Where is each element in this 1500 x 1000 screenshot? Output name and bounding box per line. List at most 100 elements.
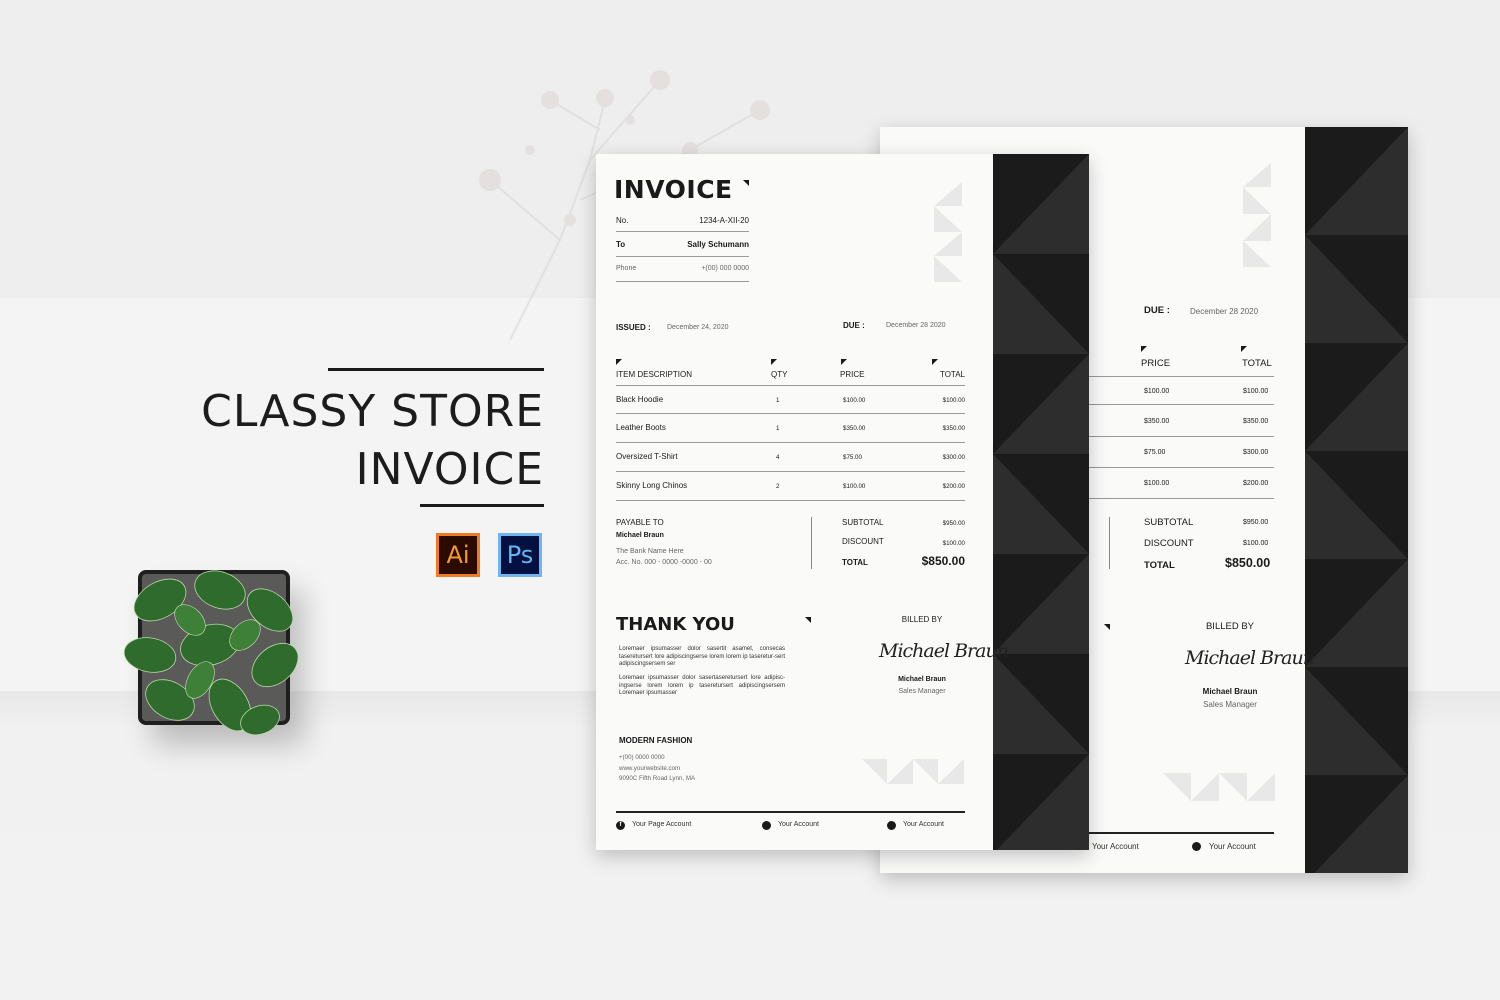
total-label: TOTAL	[1144, 560, 1175, 571]
item-price: $100.00	[843, 397, 866, 404]
promo-title-line2: INVOICE	[355, 444, 544, 495]
pattern-triangle	[993, 554, 1089, 654]
social-account-icon[interactable]	[887, 821, 896, 830]
item-total: $300.00	[1243, 449, 1269, 456]
column-header-total: TOTAL	[939, 370, 965, 379]
title-rule-top	[328, 368, 544, 371]
item-total: $300.00	[942, 454, 965, 461]
due-date: December 28 2020	[886, 322, 946, 329]
triangle-decoration	[934, 182, 962, 282]
table-rule	[616, 500, 965, 501]
pattern-triangle	[1305, 559, 1408, 667]
item-qty: 1	[776, 425, 780, 432]
billed-by-label: BILLED BY	[1205, 621, 1255, 632]
item-price: $75.00	[1144, 449, 1166, 456]
item-price: $100.00	[843, 483, 866, 490]
footer-rule	[616, 811, 965, 813]
biller-name: Michael Braun	[898, 676, 946, 683]
issued-label: ISSUED :	[616, 323, 651, 332]
item-qty: 1	[776, 397, 780, 404]
biller-name: Michael Braun	[1202, 687, 1258, 696]
invoice-title: INVOICE	[614, 175, 733, 204]
column-header-price: PRICE	[1141, 358, 1171, 369]
thank-you-text: Loremaer ipsumasser dolor sasertit asame…	[619, 646, 785, 667]
pattern-triangle	[996, 754, 1089, 850]
subtotal-label: SUBTOTAL	[842, 518, 884, 527]
item-total: $200.00	[942, 483, 965, 490]
illustrator-icon: Ai	[436, 533, 480, 577]
pattern-triangle	[993, 654, 1089, 754]
corner-marker	[1104, 624, 1110, 630]
total-value: $850.00	[1225, 556, 1271, 570]
payable-to-label: PAYABLE TO	[616, 518, 664, 527]
header-rule	[616, 231, 749, 232]
social-link[interactable]: Your Account	[1209, 842, 1256, 851]
item-description: Leather Boots	[616, 423, 666, 432]
signature: Michael Braun	[1185, 647, 1315, 669]
facebook-icon[interactable]: f	[616, 821, 625, 830]
biller-role: Sales Manager	[898, 688, 946, 695]
table-rule	[616, 385, 965, 386]
social-link[interactable]: Your Account	[1092, 842, 1139, 851]
signature: Michael Braun	[879, 640, 1009, 662]
social-account-icon[interactable]	[1192, 842, 1201, 851]
phone-value: +(00) 000 0000	[701, 265, 749, 272]
pattern-triangle	[993, 254, 1089, 354]
item-total: $350.00	[1243, 418, 1269, 425]
company-website[interactable]: www.yourwebsite.com	[619, 765, 680, 772]
instagram-icon[interactable]	[762, 821, 771, 830]
item-price: $100.00	[1144, 480, 1170, 487]
social-link-instagram[interactable]: Your Account	[778, 821, 819, 828]
triangle-pattern	[1305, 127, 1408, 873]
title-rule-bottom	[420, 504, 544, 507]
subtotal-value: $950.00	[942, 520, 965, 527]
table-rule	[616, 471, 965, 472]
column-header-price: PRICE	[840, 370, 865, 379]
invoice-number-label: No.	[616, 216, 629, 225]
item-total: $200.00	[1243, 480, 1269, 487]
social-link-account[interactable]: Your Account	[903, 821, 944, 828]
account-number: Acc. No. 000 - 0000 -0000 - 00	[616, 559, 712, 566]
corner-marker	[841, 359, 847, 365]
triangle-decoration	[1243, 163, 1271, 267]
item-description: Skinny Long Chinos	[616, 481, 688, 490]
pattern-triangle	[1305, 127, 1408, 235]
table-rule	[616, 413, 965, 414]
item-total: $100.00	[1243, 388, 1269, 395]
corner-marker	[1141, 346, 1147, 352]
biller-role: Sales Manager	[1203, 700, 1257, 709]
thank-you-text: Loremaer ipsumasser dolor sasertaseretur…	[619, 675, 785, 696]
photoshop-icon: Ps	[498, 533, 542, 577]
pattern-triangle	[1305, 235, 1408, 343]
pattern-triangle	[1305, 667, 1408, 775]
discount-value: $100.00	[942, 540, 965, 547]
company-address: 9090C Fifth Road Lynn, MA	[619, 775, 696, 782]
item-qty: 2	[776, 483, 780, 490]
discount-label: DISCOUNT	[842, 537, 884, 546]
social-link-facebook[interactable]: Your Page Account	[632, 821, 691, 828]
header-rule	[616, 281, 749, 282]
corner-marker	[1241, 346, 1247, 352]
due-label: DUE :	[1144, 305, 1170, 316]
invoice-sheet-front: INVOICE No. 1234-A-XII-20 To Sally Schum…	[596, 154, 1089, 850]
total-value: $850.00	[921, 554, 965, 568]
discount-value: $100.00	[1243, 540, 1269, 547]
corner-marker	[616, 359, 622, 365]
corner-marker	[932, 359, 938, 365]
item-qty: 4	[776, 454, 780, 461]
column-header-qty: QTY	[771, 370, 788, 379]
subtotal-value: $950.00	[1243, 519, 1269, 526]
column-header-description: ITEM DESCRIPTION	[616, 370, 693, 379]
recipient-name: Sally Schumann	[687, 240, 749, 249]
billed-by-label: BILLED BY	[901, 615, 943, 624]
promo-title-line1: CLASSY STORE	[201, 386, 544, 437]
invoice-number: 1234-A-XII-20	[699, 216, 749, 225]
dark-pattern-strip	[1305, 127, 1408, 873]
column-header-total: TOTAL	[1242, 358, 1272, 369]
item-total: $350.00	[942, 425, 965, 432]
triangle-pattern	[993, 154, 1089, 850]
corner-marker	[743, 180, 749, 186]
discount-label: DISCOUNT	[1144, 538, 1194, 549]
pattern-triangle	[993, 354, 1089, 454]
issued-date: December 24, 2020	[667, 324, 729, 331]
